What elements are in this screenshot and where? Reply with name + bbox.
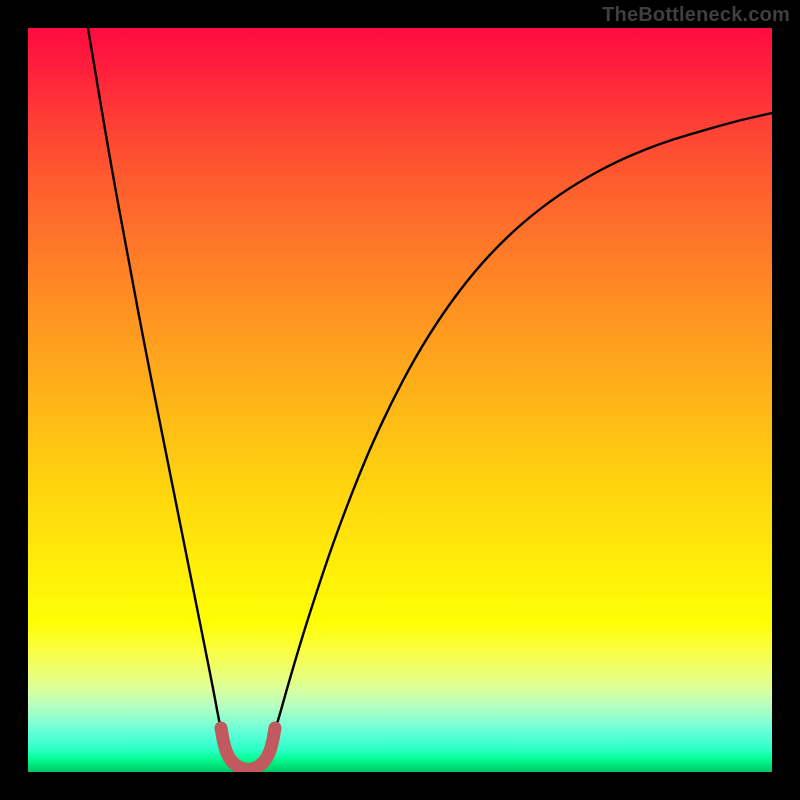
watermark-text: TheBottleneck.com (602, 4, 790, 27)
chart-plot-area (28, 28, 772, 772)
bottleneck-curve (28, 28, 772, 772)
curve-left-branch (88, 28, 233, 763)
u-marker (221, 728, 275, 770)
curve-right-branch (263, 113, 772, 763)
